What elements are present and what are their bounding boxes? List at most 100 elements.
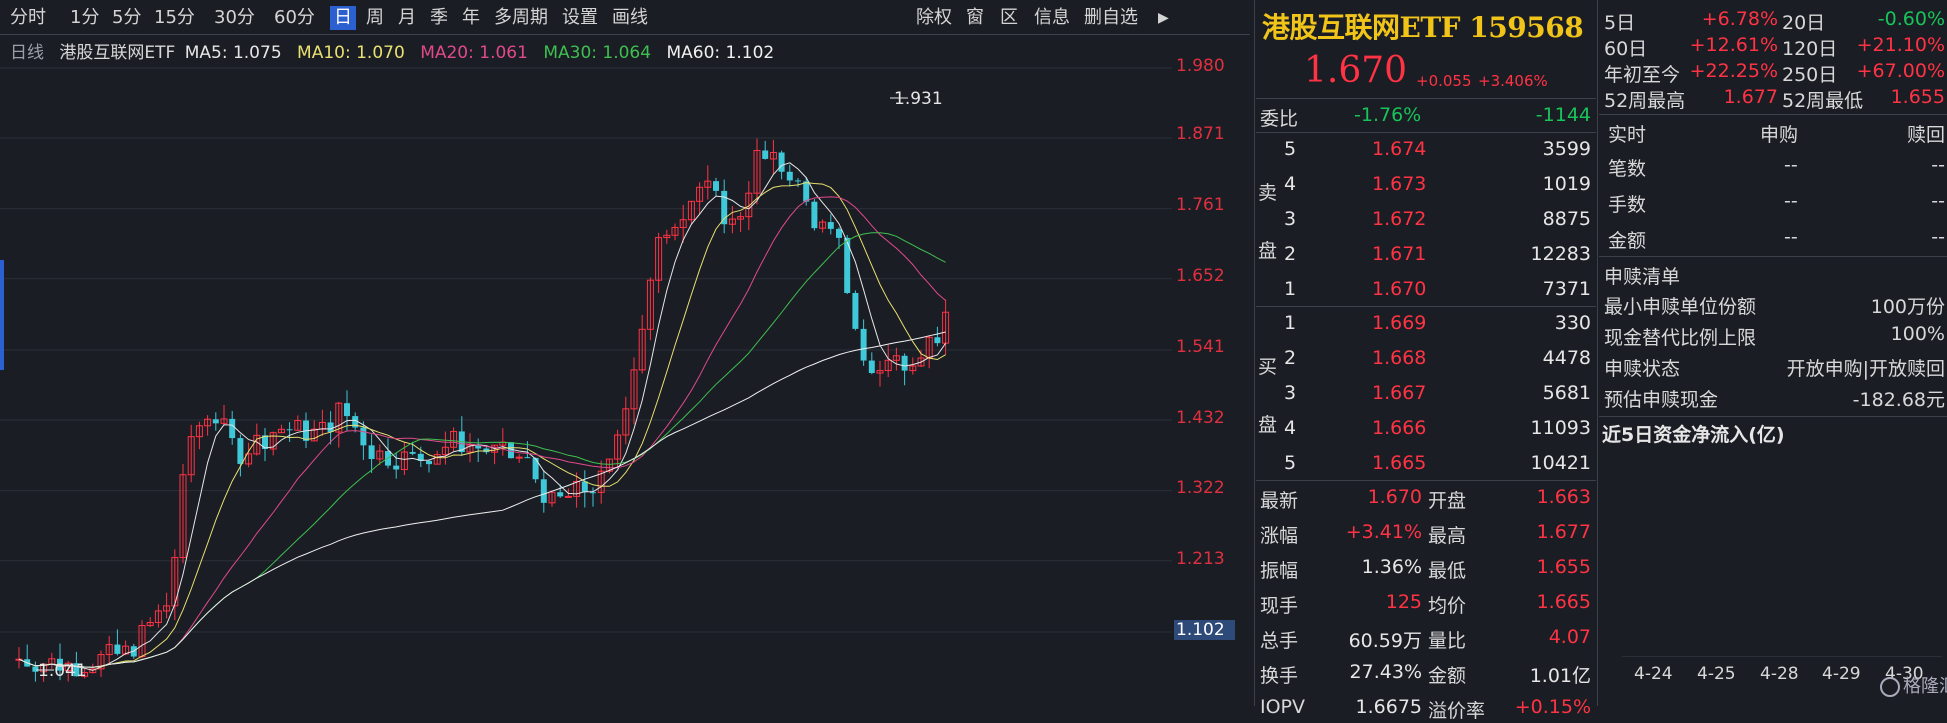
divider: [1599, 256, 1947, 257]
level-num: 4: [1284, 173, 1297, 195]
quote-label: 金额: [1428, 665, 1467, 687]
candlestick-chart[interactable]: 1.931 1.041: [0, 36, 1172, 706]
period-tab-13[interactable]: 画线: [608, 6, 652, 30]
period-tab-4[interactable]: 30分: [210, 6, 259, 30]
level-price[interactable]: 1.667: [1372, 382, 1426, 404]
quote-label: 振幅: [1260, 560, 1299, 582]
candle-body: [860, 328, 867, 361]
divider: [1256, 480, 1596, 481]
level-price[interactable]: 1.671: [1372, 243, 1426, 265]
period-value: +22.25%: [1689, 60, 1778, 82]
period-tab-7[interactable]: 周: [362, 6, 388, 30]
quote-value: 1.677: [1536, 521, 1591, 543]
period-value: +21.10%: [1856, 34, 1945, 56]
period-tab-10[interactable]: 年: [458, 6, 484, 30]
price-tick-label: 1.322: [1176, 478, 1225, 498]
redeem-row-value: --: [1931, 226, 1945, 248]
quote-value: 60.59万: [1348, 630, 1422, 652]
candle-body: [368, 445, 375, 460]
candle-body: [827, 222, 834, 229]
ma10-line: [18, 182, 946, 668]
toolbar-right-0[interactable]: 除权: [912, 6, 956, 30]
period-label: 250日: [1782, 64, 1838, 86]
arrow-right-icon[interactable]: ▶: [1154, 6, 1173, 30]
price-change: +0.055: [1416, 72, 1472, 90]
period-tab-1[interactable]: 1分: [66, 6, 103, 30]
price-tick-label: 1.432: [1176, 408, 1225, 428]
quote-value: 4.07: [1548, 626, 1591, 648]
level-price[interactable]: 1.670: [1372, 278, 1426, 300]
period-value: 1.677: [1723, 86, 1778, 108]
candle-body: [360, 427, 367, 446]
price-tick-label: 1.871: [1176, 124, 1225, 144]
period-tab-2[interactable]: 5分: [108, 6, 145, 30]
level-num: 3: [1284, 208, 1297, 230]
quote-value: 125: [1385, 591, 1422, 613]
quote-label: 量比: [1428, 630, 1467, 652]
level-num: 5: [1284, 452, 1297, 474]
redeem-list-label: 预估申赎现金: [1604, 389, 1719, 411]
level-price[interactable]: 1.669: [1372, 312, 1426, 334]
redeem-list-value: 开放申购|开放赎回: [1786, 358, 1945, 380]
candle-body: [409, 451, 416, 454]
candle-body: [327, 422, 334, 433]
candle-body: [803, 181, 810, 202]
quote-value: +3.41%: [1345, 521, 1422, 543]
period-tab-9[interactable]: 季: [426, 6, 452, 30]
quote-value: +0.15%: [1514, 696, 1591, 718]
toolbar-right-2[interactable]: 区: [996, 6, 1022, 30]
quote-label: 最高: [1428, 525, 1467, 547]
period-tab-3[interactable]: 15分: [150, 6, 199, 30]
redeem-row-label: 手数: [1608, 194, 1647, 216]
watermark-logo: 格隆汇: [1880, 672, 1947, 698]
stock-title: 港股互联网ETF 159568: [1262, 11, 1584, 44]
level-num: 3: [1284, 382, 1297, 404]
level-price[interactable]: 1.666: [1372, 417, 1426, 439]
period-value: 1.655: [1890, 86, 1945, 108]
level-price[interactable]: 1.665: [1372, 452, 1426, 474]
period-tab-11[interactable]: 多周期: [490, 6, 552, 30]
toolbar-right-3[interactable]: 信息: [1030, 6, 1074, 30]
candles: [15, 138, 950, 682]
price-tick-label: 1.980: [1176, 56, 1225, 76]
candle-body: [540, 479, 547, 503]
left-edge-marker: [0, 260, 4, 370]
level-num: 1: [1284, 312, 1297, 334]
panel-divider: [1597, 0, 1598, 706]
quote-value: 1.665: [1536, 591, 1591, 613]
redeem-row-value: --: [1784, 226, 1798, 248]
period-tab-0[interactable]: 分时: [6, 6, 50, 30]
divider: [1256, 306, 1596, 307]
divider: [1599, 114, 1947, 115]
sell-side-label: 盘: [1258, 240, 1278, 262]
period-label: 120日: [1782, 38, 1838, 60]
level-price[interactable]: 1.673: [1372, 173, 1426, 195]
ma20-line: [18, 196, 946, 668]
chart-right-border: [1254, 0, 1255, 706]
level-price[interactable]: 1.674: [1372, 138, 1426, 160]
redeem-list-label: 最小申赎单位份额: [1604, 296, 1757, 318]
toolbar-right-4[interactable]: 删自选: [1080, 6, 1142, 30]
candle-body: [762, 150, 769, 159]
period-label: 5日: [1604, 12, 1636, 34]
candle-body: [778, 152, 785, 172]
redeem-row-label: 笔数: [1608, 158, 1647, 180]
period-tab-6[interactable]: 日: [330, 6, 356, 30]
period-tab-12[interactable]: 设置: [558, 6, 602, 30]
quote-label: 溢价率: [1428, 700, 1486, 722]
redeem-row-value: --: [1784, 154, 1798, 176]
candle-body: [901, 355, 908, 371]
fund-flow-date: 4-28: [1760, 664, 1799, 684]
level-volume: 5681: [1542, 382, 1591, 404]
candle-body: [557, 492, 564, 497]
candle-body: [114, 644, 121, 654]
level-price[interactable]: 1.672: [1372, 208, 1426, 230]
toolbar-right-1[interactable]: 窗: [962, 6, 988, 30]
candle-body: [786, 171, 793, 181]
period-tab-5[interactable]: 60分: [270, 6, 319, 30]
level-volume: 1019: [1542, 173, 1591, 195]
period-tab-8[interactable]: 月: [394, 6, 420, 30]
level-price[interactable]: 1.668: [1372, 347, 1426, 369]
current-price: 1.670: [1304, 50, 1408, 91]
redeem-header: 实时: [1608, 124, 1647, 146]
